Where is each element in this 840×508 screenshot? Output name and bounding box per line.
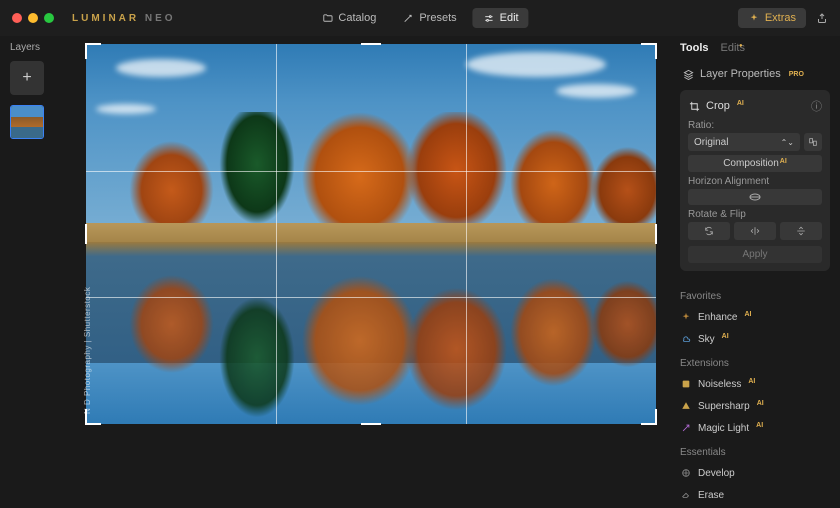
titlebar: LUMINAR NEO Catalog Presets Edit [0, 0, 840, 36]
layers-label: Layers [10, 42, 60, 53]
flip-v-icon [796, 226, 806, 236]
swap-orientation-button[interactable] [804, 133, 822, 151]
tool-enhance[interactable]: EnhanceAI [680, 308, 830, 326]
layers-panel: Layers + [0, 36, 70, 508]
magic-light-icon [680, 422, 692, 434]
zoom-window[interactable] [44, 13, 54, 23]
noiseless-icon [680, 378, 692, 390]
layer-properties-label: Layer Properties [700, 68, 781, 80]
crop-panel: CropAI ⓘ Ratio: Original ⌃⌄ CompositionA… [680, 90, 830, 271]
horizon-label: Horizon Alignment [688, 176, 822, 187]
rotate-button[interactable] [688, 222, 730, 240]
extras-label: Extras [765, 12, 796, 24]
sparkle-icon [748, 12, 760, 24]
layer-thumbnail[interactable] [10, 105, 44, 139]
tool-erase[interactable]: Erase [680, 486, 830, 504]
photo-canvas[interactable]: N D Photography | Shutterstock [86, 44, 656, 424]
extras-button[interactable]: Extras [738, 8, 806, 28]
info-icon[interactable]: ⓘ [811, 98, 822, 114]
canvas-area: N D Photography | Shutterstock [70, 36, 672, 508]
chevron-updown-icon: ⌃⌄ [781, 138, 794, 147]
pro-badge: PRO [789, 71, 804, 78]
nav-edit-label: Edit [500, 12, 519, 24]
tools-panel: Tools Edits● Layer Properties PRO CropAI… [672, 36, 840, 508]
photo-content [86, 44, 656, 424]
nav-presets[interactable]: Presets [392, 8, 466, 28]
enhance-icon [680, 311, 692, 323]
plus-icon: + [22, 69, 31, 87]
apply-button[interactable]: Apply [688, 246, 822, 263]
ratio-value: Original [694, 137, 728, 148]
photo-watermark: N D Photography | Shutterstock [83, 287, 92, 414]
tool-noiseless[interactable]: NoiselessAI [680, 375, 830, 393]
horizon-slider[interactable] [688, 189, 822, 205]
top-nav: Catalog Presets Edit [311, 8, 528, 28]
nav-catalog-label: Catalog [338, 12, 376, 24]
crop-icon [688, 100, 700, 112]
close-window[interactable] [12, 13, 22, 23]
window-controls [12, 13, 54, 23]
sky-icon [680, 333, 692, 345]
ratio-select[interactable]: Original ⌃⌄ [688, 133, 800, 151]
flip-horizontal-button[interactable] [734, 222, 776, 240]
tool-magic-light[interactable]: Magic LightAI [680, 419, 830, 437]
tab-tools[interactable]: Tools [680, 42, 709, 54]
layers-icon [682, 68, 694, 80]
tab-edits[interactable]: Edits● [721, 42, 749, 54]
composition-button[interactable]: CompositionAI [688, 155, 822, 172]
sliders-icon [483, 12, 495, 24]
nav-catalog[interactable]: Catalog [311, 8, 386, 28]
favorites-header: Favorites [680, 291, 830, 302]
tool-supersharp[interactable]: SupersharpAI [680, 397, 830, 415]
minimize-window[interactable] [28, 13, 38, 23]
app-brand: LUMINAR NEO [72, 13, 176, 24]
layer-properties-row[interactable]: Layer Properties PRO [680, 64, 830, 84]
extensions-header: Extensions [680, 358, 830, 369]
crop-title: Crop [706, 100, 730, 112]
develop-icon [680, 467, 692, 479]
tool-develop[interactable]: Develop [680, 464, 830, 482]
wand-icon [402, 12, 414, 24]
flip-vertical-button[interactable] [780, 222, 822, 240]
essentials-header: Essentials [680, 447, 830, 458]
rotate-flip-label: Rotate & Flip [688, 209, 822, 220]
folder-icon [321, 12, 333, 24]
horizon-icon [749, 193, 761, 201]
tool-sky[interactable]: SkyAI [680, 330, 830, 348]
supersharp-icon [680, 400, 692, 412]
ratio-label: Ratio: [688, 120, 822, 131]
flip-h-icon [750, 226, 760, 236]
add-layer-button[interactable]: + [10, 61, 44, 95]
share-icon[interactable] [816, 12, 828, 24]
nav-presets-label: Presets [419, 12, 456, 24]
erase-icon [680, 489, 692, 501]
rotate-icon [704, 226, 714, 236]
nav-edit[interactable]: Edit [473, 8, 529, 28]
panel-tabs: Tools Edits● [680, 42, 830, 54]
